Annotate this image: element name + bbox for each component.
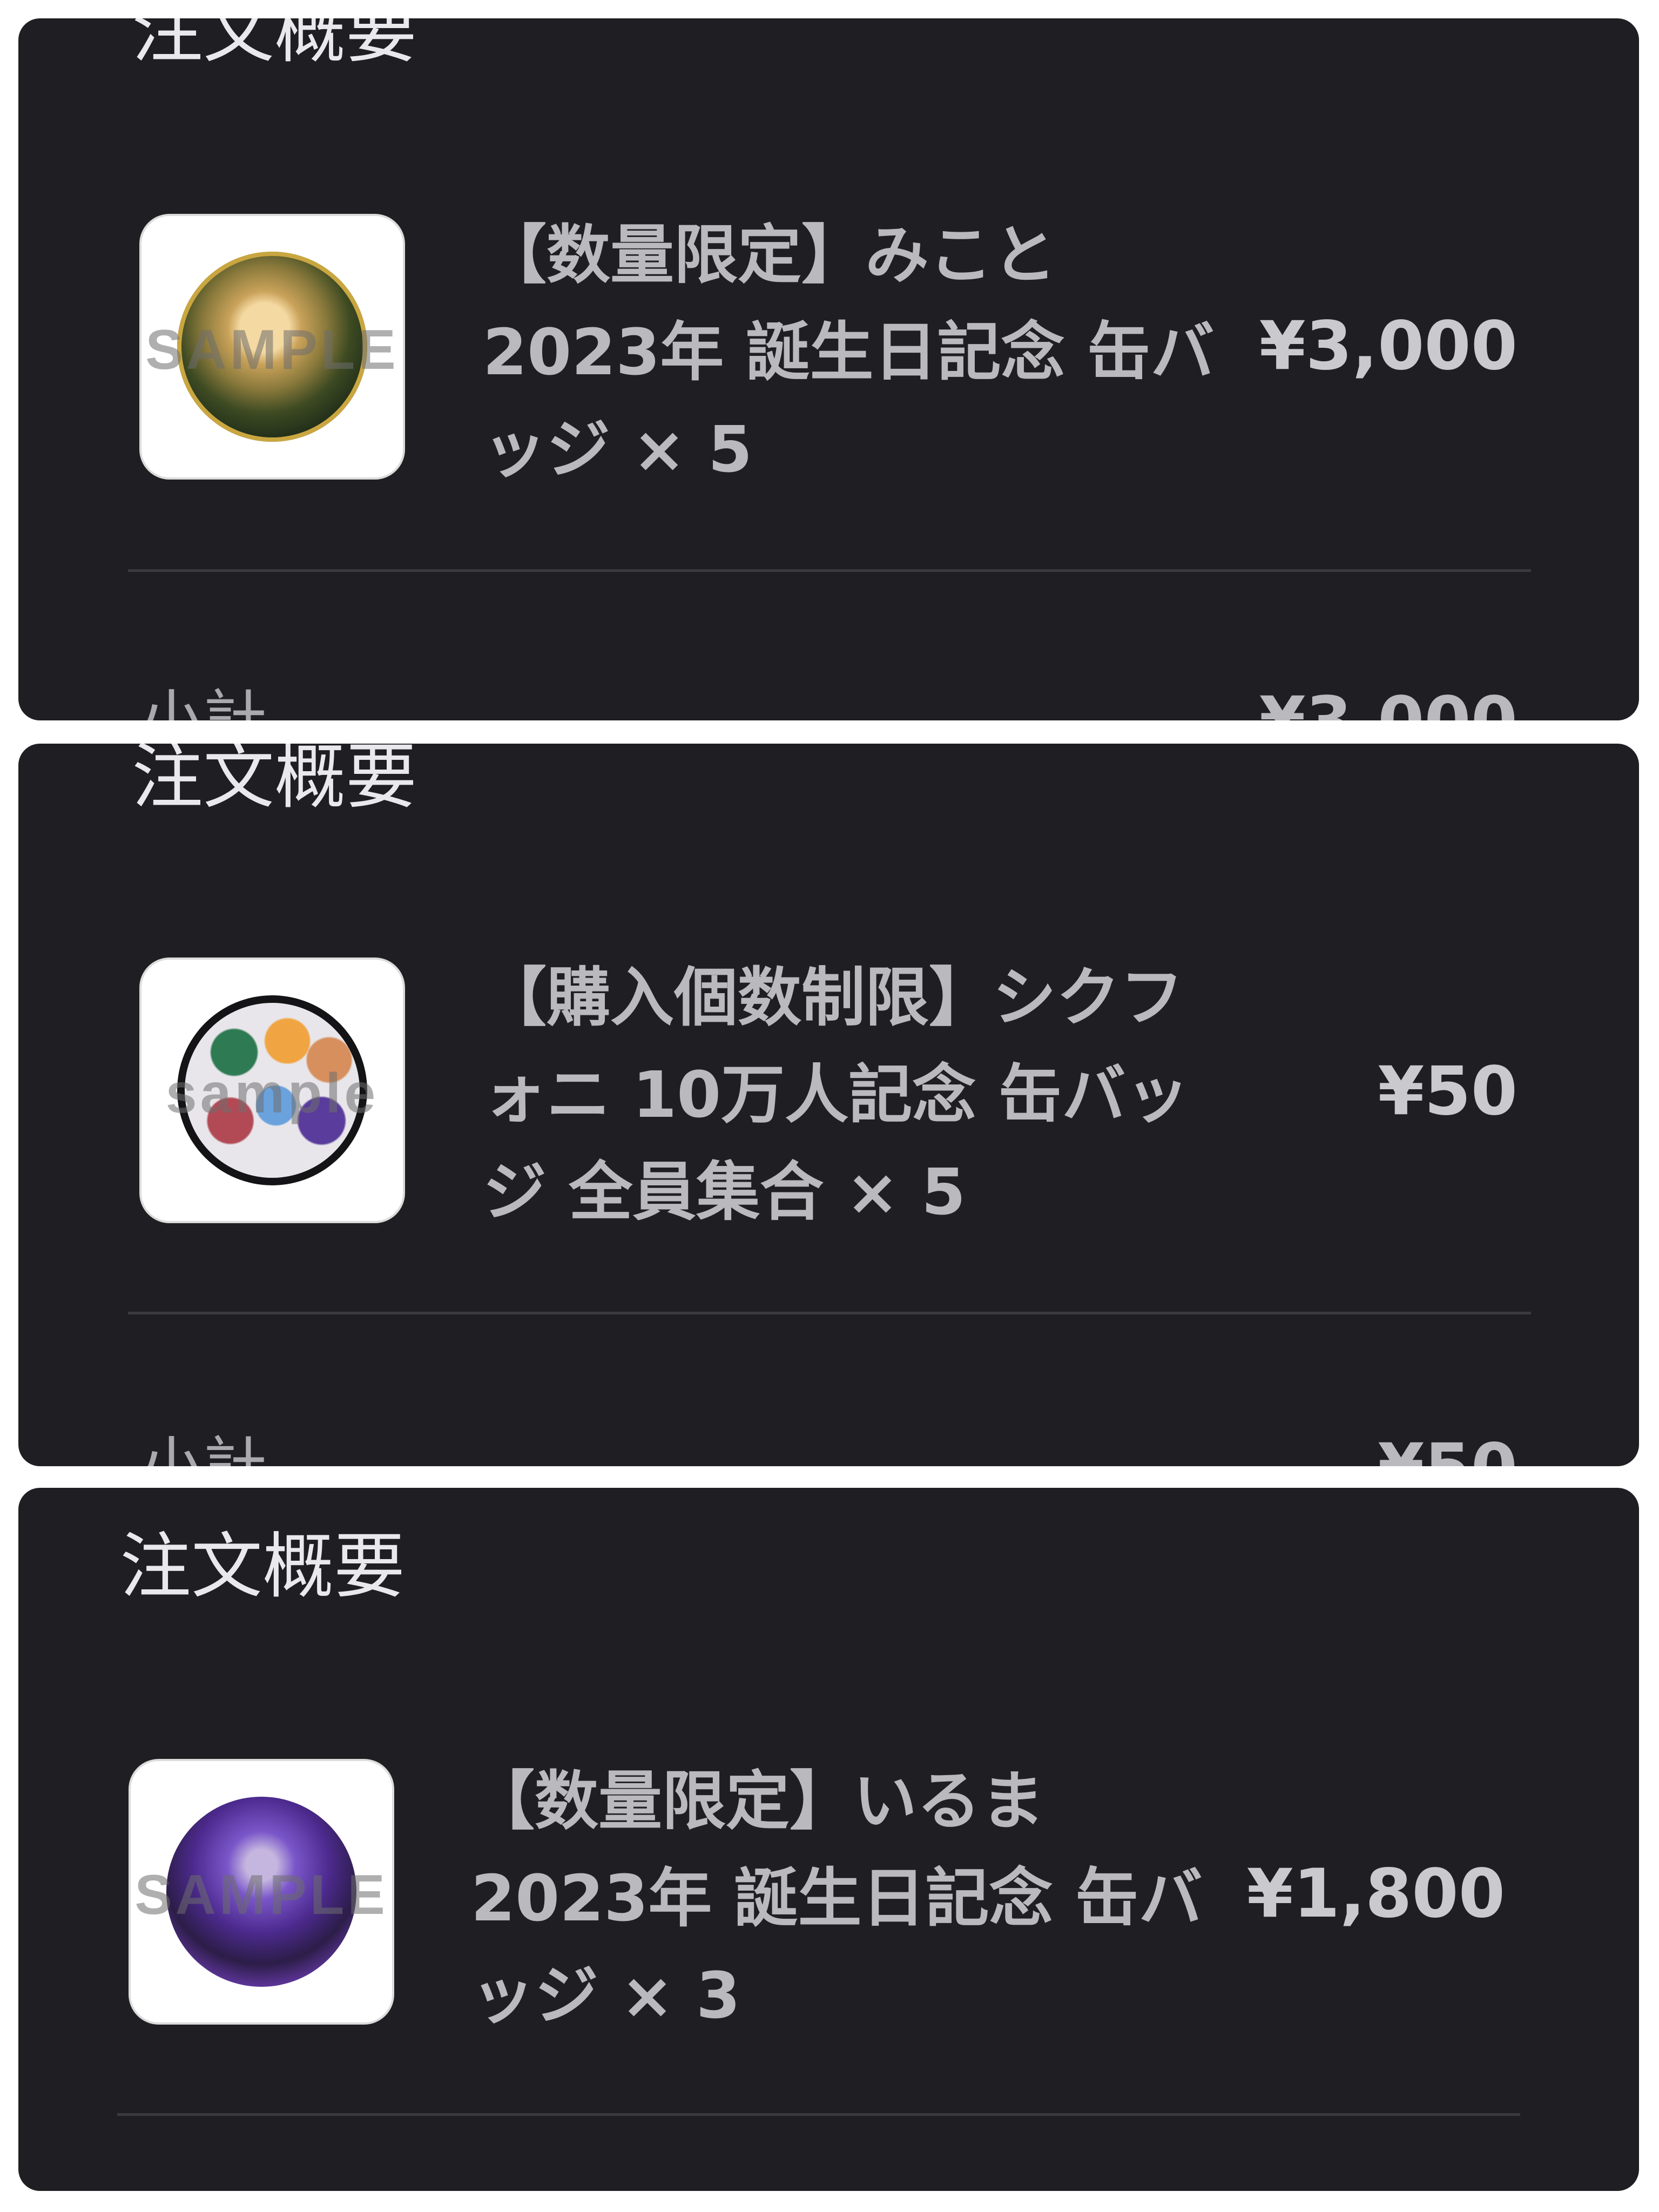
subtotal-label: 小計 bbox=[139, 1435, 267, 1466]
divider bbox=[117, 2113, 1520, 2116]
divider bbox=[128, 1312, 1531, 1314]
product-name[interactable]: 【数量限定】いるま 2023年 誕生日記念 缶バッジ × 3 bbox=[471, 1752, 1205, 2044]
subtotal-label: 小計 bbox=[139, 683, 267, 720]
order-summary-panel: 注文概要 SAMPLE 【数量限定】みこと 2023年 誕生日記念 缶バッジ ×… bbox=[18, 18, 1639, 720]
product-thumbnail[interactable]: SAMPLE bbox=[129, 1759, 394, 2025]
item-price: ¥3,000 bbox=[1259, 307, 1518, 385]
item-price: ¥1,800 bbox=[1246, 1855, 1505, 1933]
sample-watermark: SAMPLE bbox=[145, 319, 399, 381]
product-thumbnail[interactable]: sample bbox=[139, 957, 405, 1223]
product-name[interactable]: 【購入個数制限】シクフォニ 10万人記念 缶バッジ 全員集合 × 5 bbox=[483, 949, 1217, 1240]
subtotal-value: ¥50 bbox=[1378, 1435, 1518, 1466]
item-price: ¥50 bbox=[1378, 1053, 1518, 1130]
sample-watermark: SAMPLE bbox=[134, 1864, 388, 1926]
order-summary-panel: 注文概要 sample 【購入個数制限】シクフォニ 10万人記念 缶バッジ 全員… bbox=[18, 744, 1639, 1466]
product-thumbnail[interactable]: SAMPLE bbox=[139, 214, 405, 480]
sample-watermark: sample bbox=[165, 1062, 379, 1125]
order-summary-heading: 注文概要 bbox=[120, 1525, 405, 1608]
subtotal-value: ¥3,000 bbox=[1259, 688, 1518, 720]
order-summary-heading: 注文概要 bbox=[132, 744, 417, 819]
product-name[interactable]: 【数量限定】みこと 2023年 誕生日記念 缶バッジ × 5 bbox=[483, 206, 1217, 498]
divider bbox=[128, 569, 1531, 572]
order-summary-heading: 注文概要 bbox=[132, 18, 417, 73]
order-summary-panel: 注文概要 SAMPLE 【数量限定】いるま 2023年 誕生日記念 缶バッジ ×… bbox=[18, 1488, 1639, 2191]
